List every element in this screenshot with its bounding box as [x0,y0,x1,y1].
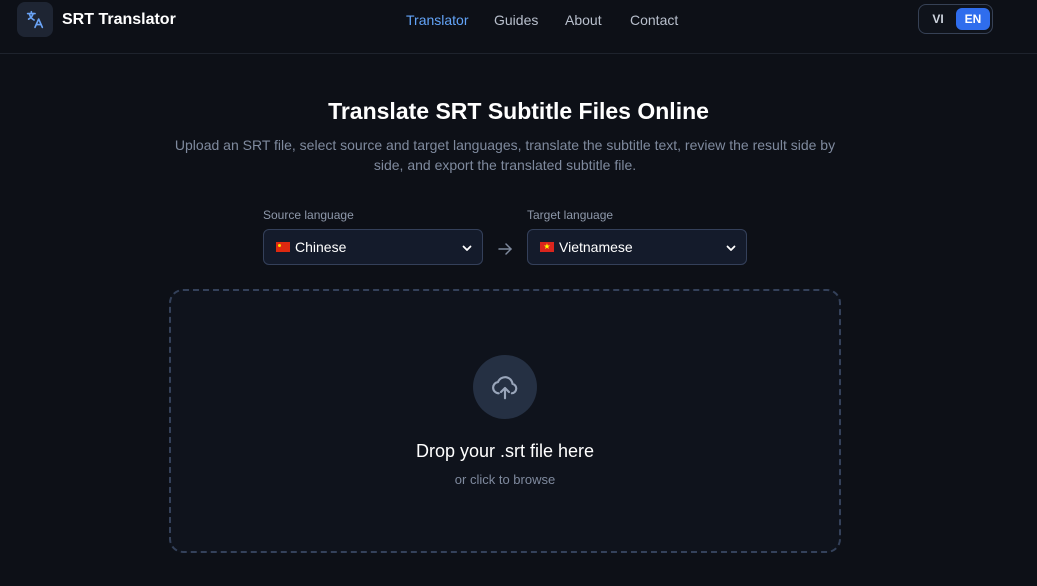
upload-icon-circle [473,355,537,419]
target-language-select[interactable]: ★ Vietnamese [527,229,747,265]
source-language-value: Chinese [295,239,347,255]
target-language-label: Target language [527,208,614,222]
chevron-down-icon [462,245,472,251]
target-language-value: Vietnamese [559,239,633,255]
vietnam-flag-icon: ★ [540,242,554,252]
china-flag-icon [276,242,290,252]
source-language-select[interactable]: Chinese [263,229,483,265]
nav-guides[interactable]: Guides [494,11,538,29]
arrow-right-icon [498,243,512,255]
file-dropzone[interactable]: Drop your .srt file here or click to bro… [169,289,841,553]
dropzone-browse-hint[interactable]: or click to browse [171,471,839,489]
page-title: Translate SRT Subtitle Files Online [328,98,709,124]
chevron-down-icon [726,245,736,251]
nav-contact[interactable]: Contact [630,11,678,29]
top-header: SRT Translator Translator Guides About C… [0,0,1037,54]
page-subtitle: Upload an SRT file, select source and ta… [174,137,836,173]
main-nav: Translator Guides About Contact [0,11,1037,31]
dropzone-title: Drop your .srt file here [415,441,595,461]
lang-en-button[interactable]: EN [956,8,990,30]
language-toggle: VI EN [918,4,993,34]
source-language-label: Source language [263,208,354,222]
nav-about[interactable]: About [565,11,602,29]
lang-vi-button[interactable]: VI [924,8,952,30]
nav-translator[interactable]: Translator [406,11,469,29]
cloud-upload-icon [492,376,518,400]
